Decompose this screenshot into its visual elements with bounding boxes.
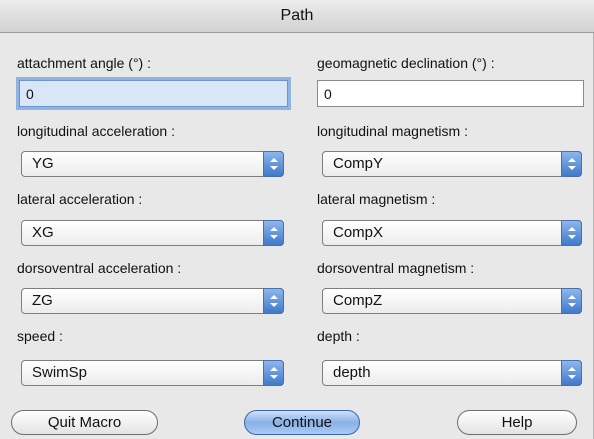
dorsoventral-acceleration-select[interactable]: ZG [21,288,284,314]
select-arrows-icon [561,151,582,177]
lateral-magnetism-label: lateral magnetism : [317,191,436,207]
depth-select[interactable]: depth [322,360,582,386]
speed-label: speed : [17,328,63,344]
path-dialog: Path attachment angle (°) : geomagnetic … [0,0,594,439]
longitudinal-acceleration-label: longitudinal acceleration : [17,123,175,139]
speed-select[interactable]: SwimSp [21,360,284,386]
geomagnetic-declination-label: geomagnetic declination (°) : [317,55,495,71]
lateral-magnetism-select[interactable]: CompX [322,220,582,246]
continue-button[interactable]: Continue [244,410,360,435]
lateral-acceleration-label: lateral acceleration : [17,191,143,207]
lateral-magnetism-value: CompX [333,224,384,241]
select-arrows-icon [561,360,582,386]
longitudinal-magnetism-select[interactable]: CompY [322,151,582,177]
dorsoventral-magnetism-value: CompZ [333,292,383,309]
attachment-angle-label: attachment angle (°) : [17,55,151,71]
window-title: Path [0,0,594,33]
longitudinal-magnetism-label: longitudinal magnetism : [317,123,468,139]
dorsoventral-magnetism-select[interactable]: CompZ [322,288,582,314]
lateral-acceleration-select[interactable]: XG [21,220,284,246]
quit-macro-button[interactable]: Quit Macro [11,410,158,435]
select-arrows-icon [561,288,582,314]
select-arrows-icon [561,220,582,246]
dorsoventral-acceleration-label: dorsoventral acceleration : [17,260,182,276]
select-arrows-icon [263,288,284,314]
dorsoventral-magnetism-label: dorsoventral magnetism : [317,260,475,276]
select-arrows-icon [263,360,284,386]
longitudinal-magnetism-value: CompY [333,155,384,172]
help-button[interactable]: Help [457,410,577,435]
lateral-acceleration-value: XG [32,224,54,241]
longitudinal-acceleration-select[interactable]: YG [21,151,284,177]
depth-value: depth [333,364,371,381]
select-arrows-icon [263,220,284,246]
geomagnetic-declination-input[interactable] [317,80,584,107]
select-arrows-icon [263,151,284,177]
speed-value: SwimSp [32,364,88,381]
longitudinal-acceleration-value: YG [32,155,54,172]
dorsoventral-acceleration-value: ZG [32,292,53,309]
attachment-angle-input[interactable] [19,80,288,107]
depth-label: depth : [317,328,360,344]
